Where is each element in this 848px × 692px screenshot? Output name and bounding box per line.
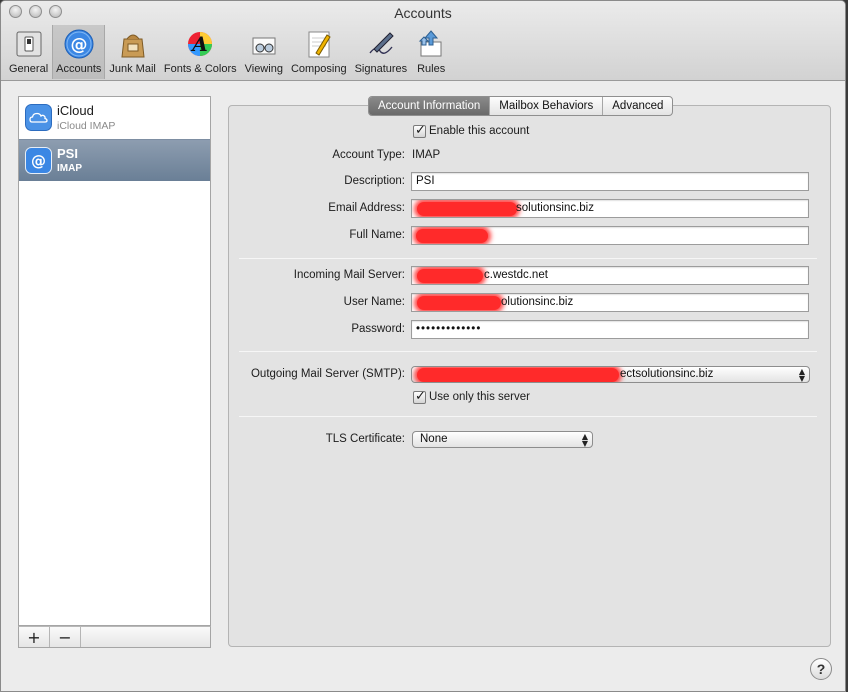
tls-certificate-popup[interactable]: None ▲ ▼ xyxy=(412,431,593,448)
svg-text:@: @ xyxy=(31,152,46,170)
accounts-list-footer: + − xyxy=(18,626,211,648)
tab-advanced[interactable]: Advanced xyxy=(603,97,672,115)
redaction-mark xyxy=(417,296,501,310)
viewing-glasses-icon xyxy=(248,28,280,60)
description-field[interactable]: PSI xyxy=(411,172,809,191)
popup-arrows-icon: ▲ ▼ xyxy=(581,432,588,448)
full-name-label: Full Name: xyxy=(349,229,405,241)
user-name-field[interactable]: olutionsinc.biz xyxy=(411,293,809,312)
toolbar-composing[interactable]: Composing xyxy=(287,25,351,79)
password-label: Password: xyxy=(351,323,405,335)
description-label: Description: xyxy=(344,175,405,187)
title-bar: Accounts General @ Accounts Junk Mail A … xyxy=(1,1,845,81)
email-address-field[interactable]: solutionsinc.biz xyxy=(411,199,809,218)
toolbar-signatures[interactable]: Signatures xyxy=(351,25,412,79)
section-divider xyxy=(239,351,817,352)
signature-pen-icon xyxy=(365,28,397,60)
composing-pencil-icon xyxy=(303,28,335,60)
use-only-this-server-label: Use only this server xyxy=(429,391,530,403)
remove-account-button[interactable]: − xyxy=(50,627,81,647)
general-switch-icon xyxy=(13,28,45,60)
svg-text:@: @ xyxy=(70,35,87,55)
email-address-label: Email Address: xyxy=(328,202,405,214)
popup-arrows-icon: ▲ ▼ xyxy=(798,367,805,383)
window-title: Accounts xyxy=(394,5,452,21)
smtp-server-popup[interactable]: ectsolutionsinc.biz ▲ ▼ xyxy=(411,366,810,383)
use-only-this-server-checkbox[interactable] xyxy=(413,389,426,404)
preferences-toolbar: General @ Accounts Junk Mail A Fonts & C… xyxy=(5,25,451,79)
redaction-mark xyxy=(417,368,619,382)
toolbar-viewing[interactable]: Viewing xyxy=(241,25,287,79)
toolbar-fonts-colors[interactable]: A Fonts & Colors xyxy=(160,25,241,79)
redaction-mark xyxy=(417,269,483,283)
account-item-icloud[interactable]: iCloud iCloud IMAP xyxy=(19,97,210,139)
tab-account-information[interactable]: Account Information xyxy=(369,97,491,115)
fonts-colors-icon: A xyxy=(184,28,216,60)
toolbar-general[interactable]: General xyxy=(5,25,52,79)
enable-account-checkbox[interactable] xyxy=(413,123,426,138)
section-divider xyxy=(239,258,817,259)
rules-arrows-icon xyxy=(415,28,447,60)
toolbar-rules[interactable]: Rules xyxy=(411,25,451,79)
incoming-server-field[interactable]: c.westdc.net xyxy=(411,266,809,285)
add-account-button[interactable]: + xyxy=(19,627,50,647)
account-item-psi[interactable]: @ PSI IMAP xyxy=(19,139,210,181)
password-field[interactable]: ••••••••••••• xyxy=(411,320,809,339)
tls-certificate-label: TLS Certificate: xyxy=(325,433,405,445)
icloud-icon xyxy=(25,104,52,131)
full-name-field[interactable] xyxy=(411,226,809,245)
accounts-list[interactable]: iCloud iCloud IMAP @ PSI IMAP xyxy=(18,96,211,626)
at-sign-icon: @ xyxy=(25,147,52,174)
redaction-mark xyxy=(416,229,488,243)
section-divider xyxy=(239,416,817,417)
at-sign-icon: @ xyxy=(63,28,95,60)
toolbar-accounts[interactable]: @ Accounts xyxy=(52,25,106,79)
account-tabs: Account Information Mailbox Behaviors Ad… xyxy=(368,96,674,116)
preferences-window: Accounts General @ Accounts Junk Mail A … xyxy=(0,0,846,692)
junk-mail-bag-icon xyxy=(117,28,149,60)
enable-account-label: Enable this account xyxy=(429,125,530,137)
incoming-server-label: Incoming Mail Server: xyxy=(293,269,405,281)
tab-mailbox-behaviors[interactable]: Mailbox Behaviors xyxy=(490,97,604,115)
svg-text:A: A xyxy=(190,32,208,56)
toolbar-junk-mail[interactable]: Junk Mail xyxy=(105,25,159,79)
redaction-mark xyxy=(417,202,517,216)
help-button[interactable]: ? xyxy=(810,658,832,680)
account-type-value: IMAP xyxy=(412,149,441,161)
account-type-label: Account Type: xyxy=(332,149,405,161)
smtp-server-label: Outgoing Mail Server (SMTP): xyxy=(250,368,405,380)
user-name-label: User Name: xyxy=(343,296,405,308)
